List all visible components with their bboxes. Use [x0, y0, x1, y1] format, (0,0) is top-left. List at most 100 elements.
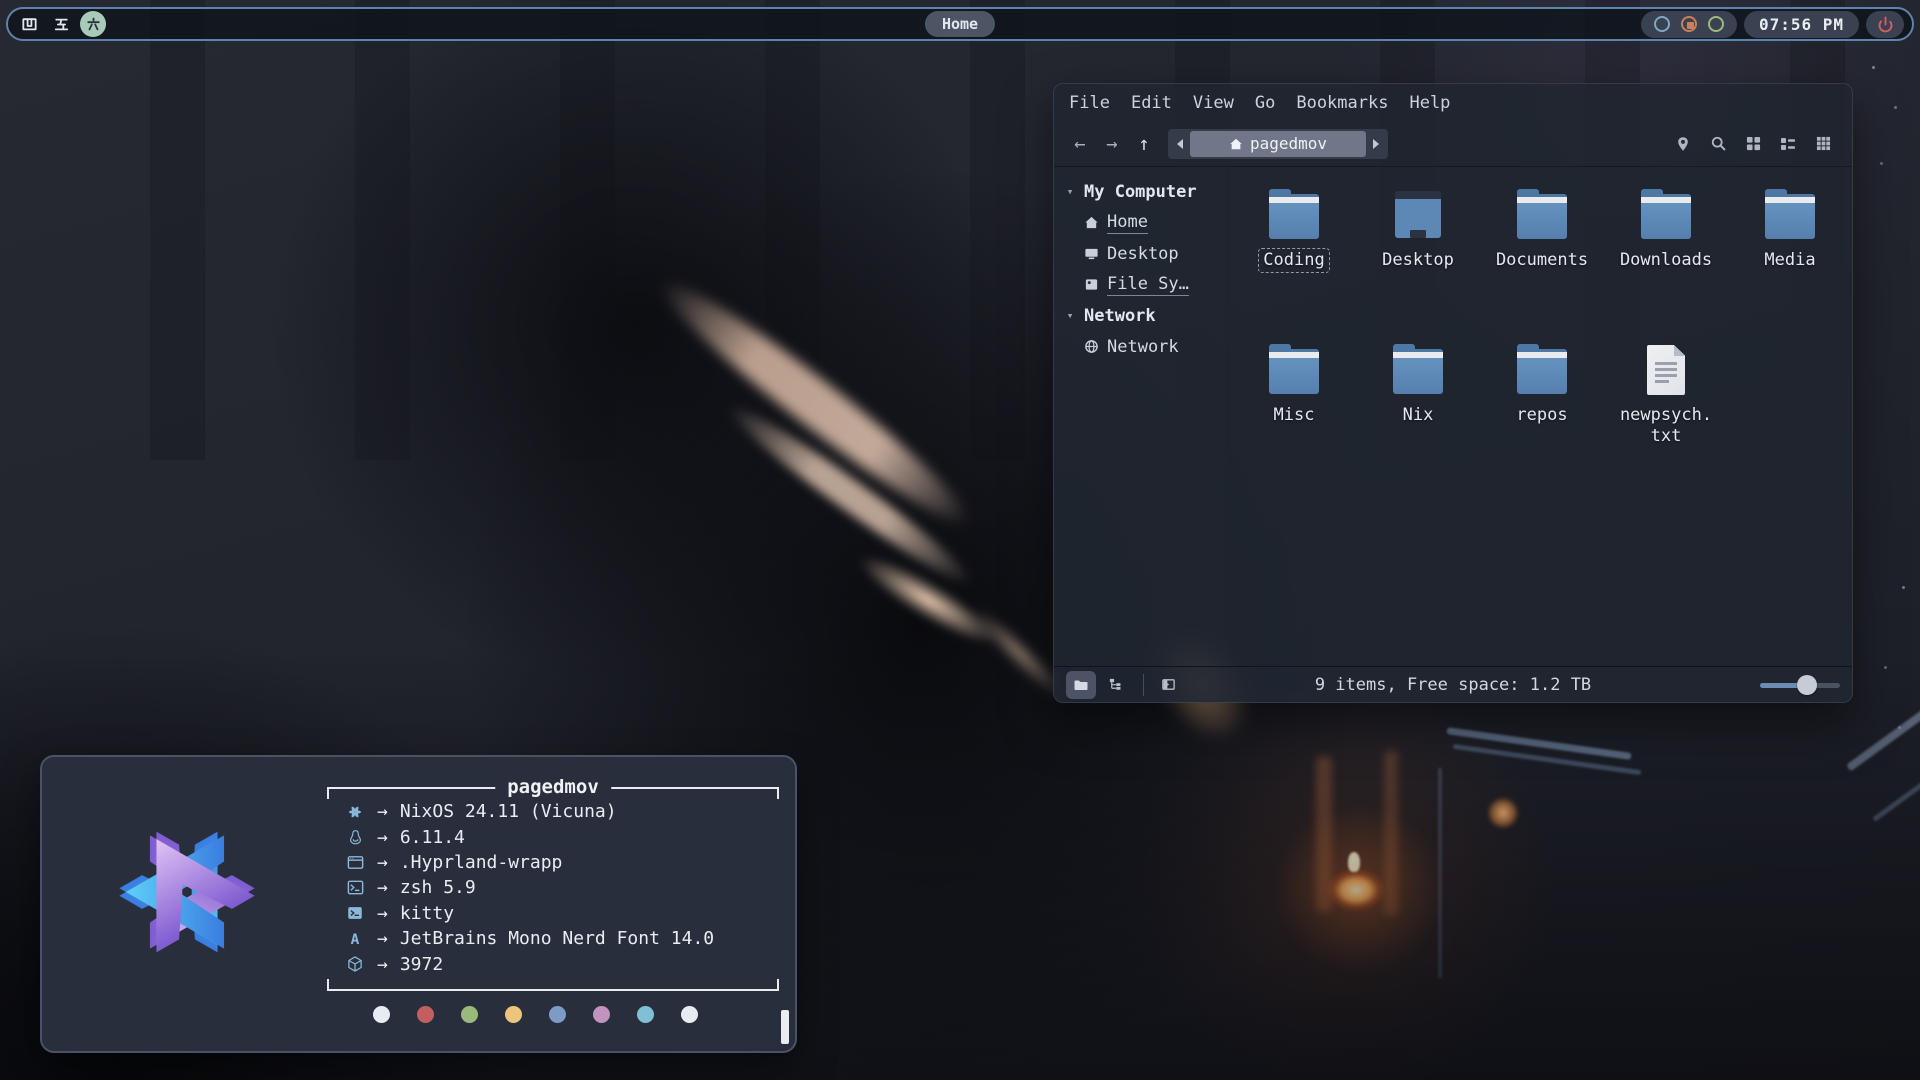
palette-dot	[593, 1006, 610, 1023]
file-item[interactable]: Desktop	[1356, 183, 1480, 338]
back-arrow-icon: ←	[1074, 133, 1085, 155]
search-button[interactable]	[1705, 131, 1731, 157]
home-icon	[1229, 137, 1243, 151]
file-icon	[1638, 189, 1694, 241]
forward-arrow-icon: →	[1106, 133, 1117, 155]
shell-icon	[343, 878, 367, 898]
workspace-switcher	[16, 11, 106, 37]
kernel-icon	[343, 827, 367, 847]
up-arrow-icon: ↑	[1138, 133, 1149, 155]
menu-item[interactable]: Edit	[1131, 93, 1172, 113]
sidebar-group-network[interactable]: ▾ Network	[1064, 300, 1226, 331]
fetch-title: pagedmov	[495, 774, 611, 800]
fetch-row-wm: → .Hyprland-wrapp	[343, 850, 763, 875]
cjk-five-glyph	[53, 16, 70, 33]
sidebar-item-home[interactable]: Home	[1064, 207, 1226, 238]
fetch-row-packages: → 3972	[343, 951, 763, 976]
tray-indicator-green[interactable]	[1708, 16, 1724, 32]
sidebar-item-label: File Sy…	[1107, 274, 1189, 296]
file-item[interactable]: Misc	[1232, 338, 1356, 493]
zoom-slider[interactable]	[1760, 675, 1840, 695]
status-bar: 9 items, Free space: 1.2 TB	[1054, 666, 1852, 702]
chevron-right-icon	[1373, 139, 1379, 149]
menu-item[interactable]: Help	[1409, 93, 1450, 113]
sidebar-item-desktop[interactable]: Desktop	[1064, 238, 1226, 269]
tray-indicator-blue[interactable]	[1654, 16, 1670, 32]
icon-view-icon	[1746, 136, 1761, 151]
file-item[interactable]: Downloads	[1604, 183, 1728, 338]
menu-item[interactable]: File	[1069, 93, 1110, 113]
top-bar: Home 07:56 PM	[6, 7, 1914, 41]
sidebar-group-my-computer[interactable]: ▾ My Computer	[1064, 176, 1226, 207]
workspace-button-6-active[interactable]	[80, 11, 106, 37]
file-grid: Coding Desktop Documents Downloa	[1226, 167, 1852, 666]
menu-bar: File Edit View Go Bookmarks Help	[1054, 84, 1852, 121]
palette-dot	[417, 1006, 434, 1023]
palette-dot	[373, 1006, 390, 1023]
file-label: repos	[1513, 405, 1570, 426]
nixos-icon	[343, 802, 367, 822]
places-sidebar: ▾ My Computer Home Desktop	[1054, 167, 1226, 666]
packages-icon	[343, 954, 367, 974]
path-segment-label: pagedmov	[1250, 134, 1327, 153]
workspace-button-5[interactable]	[48, 11, 74, 37]
back-button[interactable]: ←	[1064, 129, 1096, 159]
zoom-slider-knob[interactable]	[1797, 675, 1817, 695]
up-button[interactable]: ↑	[1128, 129, 1160, 159]
fetch-value: JetBrains Mono Nerd Font 14.0	[400, 928, 714, 949]
globe-icon	[1084, 339, 1099, 354]
terminal-color-palette	[373, 1006, 779, 1023]
file-icon	[1266, 344, 1322, 396]
location-button[interactable]	[1670, 131, 1696, 157]
file-manager-window: File Edit View Go Bookmarks Help ← → ↑ pagedm…	[1053, 83, 1853, 703]
fetch-row-terminal: → kitty	[343, 901, 763, 926]
file-item[interactable]: newpsych.txt	[1604, 338, 1728, 493]
sidebar-item-filesystem[interactable]: File Sy…	[1064, 269, 1226, 300]
list-view-button[interactable]	[1775, 131, 1801, 157]
fetch-row-shell: → zsh 5.9	[343, 875, 763, 900]
filesystem-icon	[1084, 277, 1099, 292]
menu-item[interactable]: Bookmarks	[1296, 93, 1388, 113]
file-item[interactable]: Documents	[1480, 183, 1604, 338]
fetch-output: pagedmov → NixOS 24.11 (Vicuna)	[327, 775, 779, 1023]
file-item[interactable]: Media	[1728, 183, 1852, 338]
file-icon	[1390, 189, 1446, 241]
file-item[interactable]: Nix	[1356, 338, 1480, 493]
system-tray	[1641, 11, 1737, 38]
nixos-logo	[78, 783, 296, 1001]
sidebar-item-network[interactable]: Network	[1064, 331, 1226, 362]
forward-button[interactable]: →	[1096, 129, 1128, 159]
cjk-four-glyph	[21, 16, 38, 33]
cjk-six-glyph	[85, 16, 102, 33]
side-pane-icon	[1161, 677, 1176, 692]
search-icon	[1710, 135, 1727, 152]
power-button[interactable]	[1866, 11, 1904, 38]
compact-view-button[interactable]	[1810, 131, 1836, 157]
file-item[interactable]: repos	[1480, 338, 1604, 493]
sidebar-item-label: Home	[1107, 212, 1148, 234]
chevron-left-icon	[1177, 139, 1183, 149]
file-icon	[1390, 344, 1446, 396]
folder-view-toggle[interactable]	[1066, 671, 1096, 699]
tree-view-toggle[interactable]	[1100, 671, 1130, 699]
file-item[interactable]: Coding	[1232, 183, 1356, 338]
tray-indicator-orange[interactable]	[1681, 16, 1697, 32]
menu-item[interactable]: Go	[1255, 93, 1275, 113]
icon-view-button[interactable]	[1740, 131, 1766, 157]
active-window-title: Home	[925, 11, 995, 37]
power-icon	[1876, 15, 1895, 34]
arrow-icon: →	[377, 928, 388, 949]
path-scroll-left-button[interactable]	[1170, 131, 1190, 157]
path-bar: pagedmov	[1168, 129, 1388, 159]
side-pane-toggle[interactable]	[1153, 671, 1183, 699]
folder-view-icon	[1073, 677, 1089, 693]
file-icon	[1514, 189, 1570, 241]
path-scroll-right-button[interactable]	[1366, 131, 1386, 157]
file-icon	[1762, 189, 1818, 241]
workspace-button-4[interactable]	[16, 11, 42, 37]
path-segment-home[interactable]: pagedmov	[1190, 131, 1366, 157]
file-icon	[1638, 344, 1694, 396]
system-info-widget: pagedmov → NixOS 24.11 (Vicuna)	[40, 755, 797, 1053]
sidebar-item-label: Network	[1107, 337, 1179, 357]
menu-item[interactable]: View	[1193, 93, 1234, 113]
